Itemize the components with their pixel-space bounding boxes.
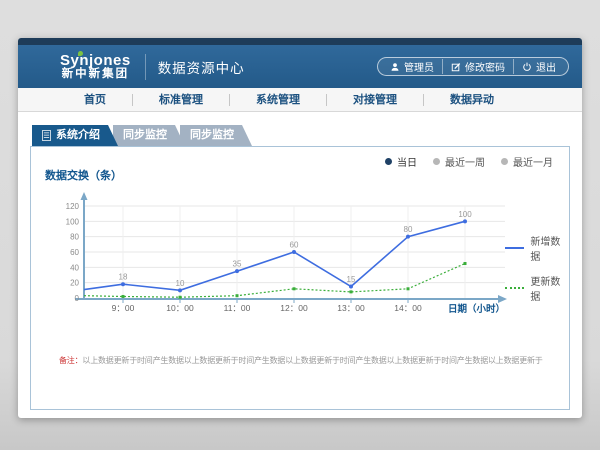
header-divider — [145, 54, 146, 80]
legend-item-1[interactable]: 更新数据 — [505, 273, 569, 303]
user-bar-label: 退出 — [536, 59, 556, 74]
svg-text:日期（小时）: 日期（小时） — [448, 303, 505, 315]
svg-text:13：00: 13：00 — [337, 303, 365, 313]
period-label: 最近一月 — [513, 154, 553, 169]
data-point — [121, 282, 125, 286]
document-icon — [42, 130, 51, 141]
footnote-prefix: 备注： — [59, 356, 82, 365]
data-point — [122, 295, 125, 298]
logo-leaf-icon — [78, 51, 83, 56]
svg-text:100: 100 — [458, 210, 472, 219]
radio-dot-icon — [433, 158, 440, 165]
data-point — [349, 285, 353, 289]
legend-item-0[interactable]: 新增数据 — [505, 233, 569, 263]
svg-text:9：00: 9：00 — [112, 303, 135, 313]
user-bar-label: 修改密码 — [465, 59, 505, 74]
svg-text:14：00: 14：00 — [394, 303, 422, 313]
nav-item-0[interactable]: 首页 — [58, 88, 132, 112]
svg-text:10: 10 — [176, 279, 185, 288]
app-window: Synjones 新中新集团 数据资源中心 管理员修改密码退出 首页标准管理系统… — [18, 38, 582, 418]
chart-panel: 当日 最近一周 最近一月 数据交换（条） 0 20 40 60 80 100 120 9：00 10… — [30, 146, 570, 410]
logo-subtitle: 新中新集团 — [60, 68, 131, 80]
period-options: 当日 最近一周 最近一月 — [385, 154, 553, 169]
data-point — [292, 250, 296, 254]
period-option-2[interactable]: 最近一月 — [501, 154, 553, 169]
tab-label: 同步监控 — [190, 125, 234, 146]
svg-text:12：00: 12：00 — [280, 303, 308, 313]
period-option-1[interactable]: 最近一周 — [433, 154, 485, 169]
tab-label: 系统介绍 — [56, 125, 100, 146]
edit-icon — [451, 62, 461, 72]
data-point — [235, 269, 239, 273]
legend-swatch-icon — [505, 287, 524, 289]
svg-text:11：00: 11：00 — [224, 303, 251, 313]
svg-text:10：00: 10：00 — [166, 303, 194, 313]
data-point — [293, 287, 296, 290]
period-label: 当日 — [397, 154, 417, 169]
svg-text:80: 80 — [70, 233, 79, 242]
main-nav: 首页标准管理系统管理对接管理数据异动 — [18, 88, 582, 112]
svg-text:40: 40 — [70, 263, 79, 272]
svg-text:20: 20 — [70, 279, 79, 288]
tab-bar: 系统介绍 同步监控 同步监控 — [32, 125, 570, 146]
logo-text: Synjones — [60, 53, 131, 69]
app-title: 数据资源中心 — [158, 57, 245, 77]
user-bar-label: 管理员 — [404, 59, 434, 74]
radio-dot-icon — [385, 158, 392, 165]
brand-logo: Synjones 新中新集团 — [60, 53, 131, 81]
user-bar-button[interactable]: 退出 — [513, 59, 564, 74]
svg-text:60: 60 — [70, 248, 79, 257]
desktop-background: Synjones 新中新集团 数据资源中心 管理员修改密码退出 首页标准管理系统… — [0, 0, 600, 450]
footnote-text: 以上数据更新于时间产生数据以上数据更新于时间产生数据以上数据更新于时间产生数据以… — [82, 356, 542, 365]
legend-swatch-icon — [505, 247, 524, 249]
app-header: Synjones 新中新集团 数据资源中心 管理员 修改密码 退出 — [18, 45, 582, 88]
legend-label: 新增数据 — [530, 233, 569, 263]
data-point — [463, 219, 467, 223]
data-point — [178, 288, 182, 292]
svg-text:60: 60 — [290, 241, 299, 250]
nav-item-2[interactable]: 系统管理 — [230, 88, 326, 112]
tab-2[interactable]: 同步监控 — [180, 125, 252, 146]
window-top-strip — [18, 38, 582, 45]
period-label: 最近一周 — [445, 154, 485, 169]
radio-dot-icon — [501, 158, 508, 165]
period-option-0[interactable]: 当日 — [385, 154, 417, 169]
y-axis-title: 数据交换（条） — [45, 167, 122, 183]
footnote: 备注：以上数据更新于时间产生数据以上数据更新于时间产生数据以上数据更新于时间产生… — [59, 355, 559, 366]
legend-label: 更新数据 — [530, 273, 569, 303]
tab-1[interactable]: 同步监控 — [113, 125, 185, 146]
svg-text:80: 80 — [404, 225, 413, 234]
tab-label: 同步监控 — [123, 125, 167, 146]
data-point — [236, 294, 239, 297]
chart-legend: 新增数据更新数据 — [505, 233, 569, 313]
svg-text:15: 15 — [347, 275, 356, 284]
svg-text:120: 120 — [66, 202, 80, 211]
power-icon — [522, 62, 532, 72]
nav-item-1[interactable]: 标准管理 — [133, 88, 229, 112]
data-point — [407, 287, 410, 290]
nav-item-3[interactable]: 对接管理 — [327, 88, 423, 112]
data-point — [350, 290, 353, 293]
tab-0[interactable]: 系统介绍 — [32, 125, 118, 146]
user-bar: 管理员 修改密码 退出 — [377, 57, 569, 76]
svg-text:100: 100 — [66, 217, 80, 226]
svg-text:18: 18 — [119, 273, 128, 282]
data-point — [464, 262, 467, 265]
user-icon — [390, 62, 400, 72]
data-point — [406, 235, 410, 239]
svg-text:35: 35 — [233, 260, 242, 269]
line-chart: 0 20 40 60 80 100 120 9：00 10：00 11：00 12：00 13：00 1… — [53, 183, 523, 335]
svg-text:0: 0 — [75, 294, 80, 303]
nav-item-4[interactable]: 数据异动 — [424, 88, 520, 112]
user-bar-button[interactable]: 修改密码 — [442, 59, 513, 74]
user-bar-button[interactable]: 管理员 — [382, 59, 442, 74]
data-point — [179, 296, 182, 299]
content-area: 系统介绍 同步监控 同步监控 当日 最近一周 最近一月 数据交换（条） 0 20 40 60 8… — [18, 112, 582, 410]
